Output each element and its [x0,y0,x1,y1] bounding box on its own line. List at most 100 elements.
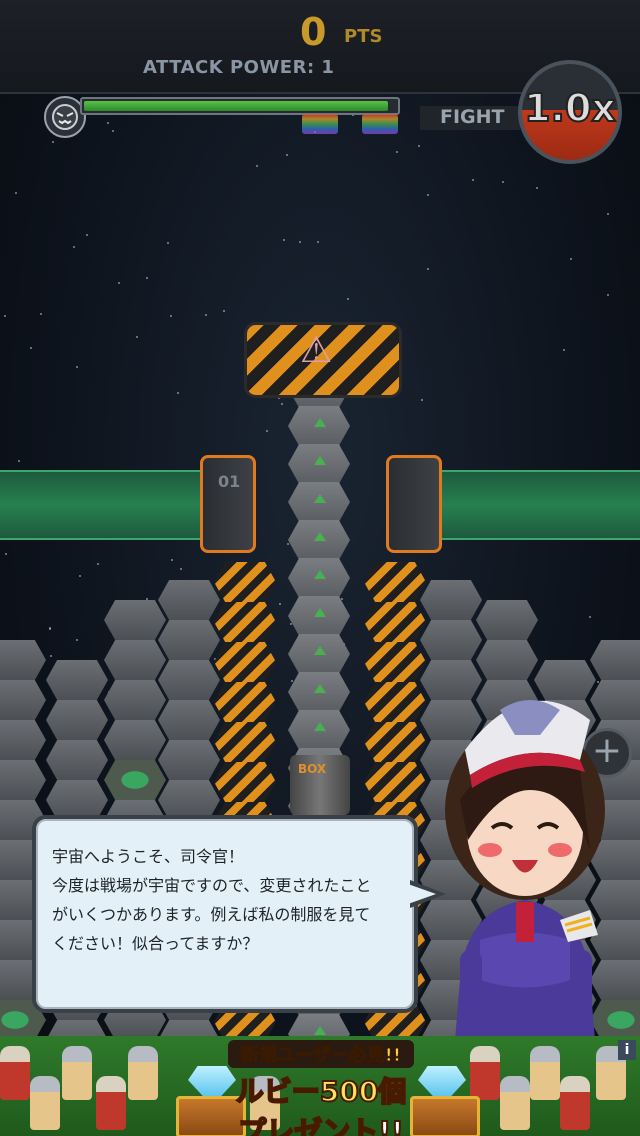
hex-tile[interactable] [104,680,166,720]
energy-band-left [0,470,200,540]
path-arrow-icon [314,570,326,579]
star [15,192,17,194]
star [396,151,398,153]
hex-tile[interactable] [46,700,108,740]
star [118,282,120,284]
hex-tile[interactable] [214,762,276,802]
hex-tile[interactable] [476,600,538,640]
hex-tile[interactable] [214,682,276,722]
game-stage[interactable]: 0 PTS ATTACK POWER: 1 FIGHT 1.0x ⚠ 01 BO… [0,0,640,1136]
path-arrow-icon [314,684,326,693]
hex-tile[interactable] [476,640,538,680]
boss-hp-fill [84,101,388,111]
hex-tile[interactable] [104,760,166,800]
dialog-text: 宇宙へようこそ、司令官！ 今度は戦場が宇宙ですので、変更されたこと がいくつかあ… [52,842,402,958]
commander-girl-character [445,700,605,1040]
hex-tile[interactable] [158,620,220,660]
hex-tile[interactable] [46,780,108,820]
ad-text-block[interactable]: 新規ユーザー必見!! ルビー500個 プレゼント!! [228,1040,414,1136]
dialog-line: がいくつかあります。例えば私の制服を見て [52,905,371,924]
hex-tile[interactable] [158,700,220,740]
star [86,234,88,236]
star [167,242,169,244]
hex-tile[interactable] [364,722,426,762]
ad-soldier-figure [62,1046,92,1100]
star [427,268,429,270]
hex-tile[interactable] [420,580,482,620]
ad-present: プレゼント!! [237,1114,405,1136]
hex-tile[interactable] [158,660,220,700]
star [427,194,429,196]
dialog-bubble-tail-inner [408,884,436,904]
star [607,213,609,215]
path-arrow-icon [314,722,326,731]
star [317,241,319,243]
dialog-line: 今度は戦場が宇宙ですので、変更されたこと [52,876,372,895]
fight-label: FIGHT [440,106,505,128]
star [299,241,301,243]
star [570,258,572,260]
hex-tile[interactable] [104,640,166,680]
star [286,154,288,156]
hex-tile[interactable] [214,602,276,642]
ad-soldier-figure [128,1046,158,1100]
ad-offer: ルビー500個 [235,1074,407,1109]
multiplier-button[interactable]: 1.0x [518,60,622,164]
hex-tile[interactable] [364,642,426,682]
star [107,122,109,124]
hex-tile[interactable] [104,600,166,640]
star [146,277,148,279]
star [112,130,114,132]
boss-hp-bar [80,97,400,115]
score-value: 0 [300,10,327,54]
star [536,187,538,189]
hex-tile[interactable] [590,640,640,680]
treasure-chest-icon [410,1096,480,1136]
dialog-line: ください！似合ってますか？ [52,934,259,953]
path-arrow-icon [314,494,326,503]
ad-soldier-figure [30,1076,60,1130]
star [52,141,54,143]
hex-tile[interactable] [214,642,276,682]
hex-tile[interactable] [158,580,220,620]
hex-tile[interactable] [214,722,276,762]
hex-tile[interactable] [0,720,46,760]
dialog-line: 宇宙へようこそ、司令官！ [52,847,245,866]
hex-tile[interactable] [214,562,276,602]
hex-tile[interactable] [364,602,426,642]
path-arrow-icon [314,646,326,655]
energy-band-right [440,470,640,540]
hex-tile[interactable] [0,640,46,680]
path-arrow-icon [314,532,326,541]
hex-tile[interactable] [0,760,46,800]
rainbow-effect [302,114,338,134]
hex-tile[interactable] [0,680,46,720]
star [502,181,504,183]
hex-tile[interactable] [46,740,108,780]
hex-tile[interactable] [364,682,426,722]
hex-tile[interactable] [104,720,166,760]
door-right [386,455,442,553]
ad-soldier-figure [96,1076,126,1130]
door-left [200,455,256,553]
hex-tile[interactable] [46,660,108,700]
multiplier-value: 1.0x [523,85,617,131]
hex-tile[interactable] [420,620,482,660]
cannon-label: BOX [298,762,327,776]
path-arrow-icon [314,456,326,465]
hex-tile[interactable] [364,562,426,602]
hex-tile[interactable] [158,780,220,820]
rainbow-effect [362,114,398,134]
ad-soldier-figure [560,1076,590,1130]
hex-tile[interactable] [364,762,426,802]
ad-info-icon[interactable]: i [618,1040,636,1060]
ad-soldier-figure [530,1046,560,1100]
hex-tile[interactable] [158,740,220,780]
ad-soldier-figure [500,1076,530,1130]
door-left-label: 01 [218,472,241,491]
warning-icon: ⚠ [300,330,333,371]
star [418,145,420,147]
attack-power-label: ATTACK POWER: 1 [143,57,335,78]
star [472,179,474,181]
path-arrow-icon [314,418,326,427]
